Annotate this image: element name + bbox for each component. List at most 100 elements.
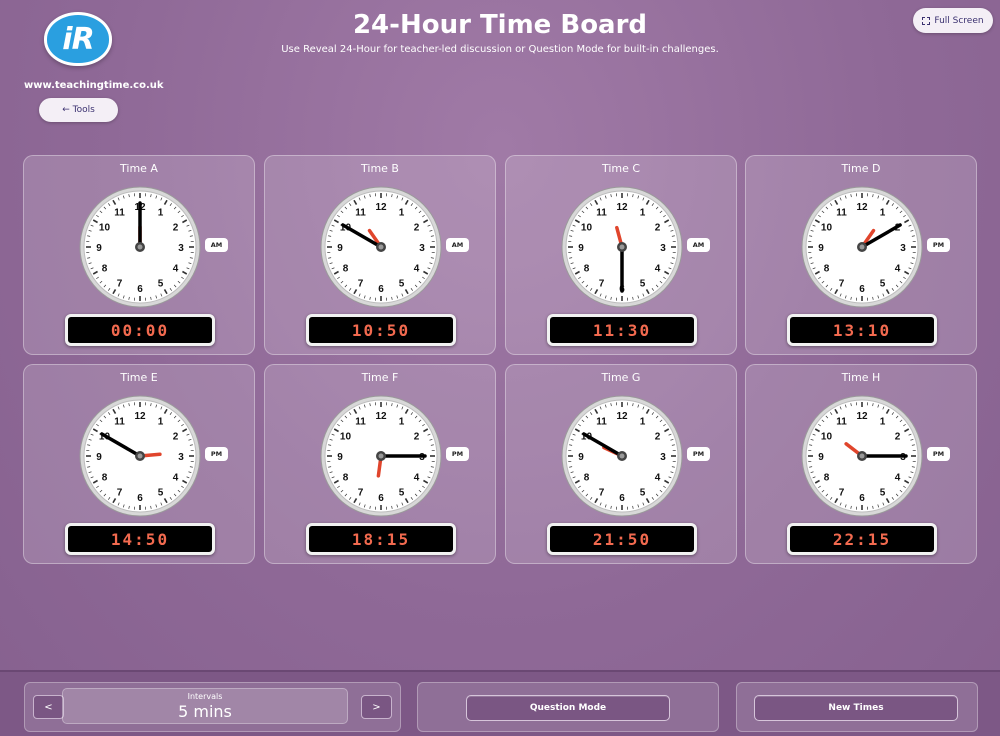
clock-numeral: 6 xyxy=(619,493,625,504)
clock-numeral: 3 xyxy=(660,452,666,463)
clock-center-cap xyxy=(378,453,384,459)
clock-numeral: 9 xyxy=(818,243,824,254)
clock-numeral: 1 xyxy=(640,207,646,218)
clock-card: Time G123456789101112PM21:50 xyxy=(505,364,737,564)
digital-time-display: 10:50 xyxy=(306,314,456,346)
clock-card: Time B123456789101112AM10:50 xyxy=(264,155,496,355)
clock-numeral: 4 xyxy=(414,473,420,484)
clock-numeral: 5 xyxy=(399,488,405,499)
clock-numeral: 12 xyxy=(856,411,868,422)
clock-numeral: 5 xyxy=(158,488,164,499)
tools-button[interactable]: ← Tools xyxy=(39,98,118,122)
period-badge: PM xyxy=(687,447,710,461)
clock-numeral: 1 xyxy=(640,416,646,427)
clock-numeral: 2 xyxy=(414,223,420,234)
analog-clock: 123456789101112 xyxy=(79,395,201,517)
clock-numeral: 3 xyxy=(178,452,184,463)
clock-numeral: 10 xyxy=(821,432,833,443)
clock-numeral: 11 xyxy=(596,207,607,218)
intervals-value: 5 mins xyxy=(178,702,232,721)
clock-label: Time H xyxy=(841,371,881,384)
new-times-button[interactable]: New Times xyxy=(754,695,958,721)
control-bar: < Intervals 5 mins > Question Mode New T… xyxy=(0,670,1000,736)
clock-numeral: 11 xyxy=(114,207,125,218)
page-title: 24-Hour Time Board xyxy=(352,10,648,40)
analog-clock: 123456789101112 xyxy=(801,395,923,517)
clock-card: Time E123456789101112PM14:50 xyxy=(23,364,255,564)
interval-next-button[interactable]: > xyxy=(361,695,392,719)
clock-numeral: 12 xyxy=(134,411,146,422)
period-badge: PM xyxy=(205,447,228,461)
clock-numeral: 2 xyxy=(655,223,661,234)
clock-numeral: 4 xyxy=(173,264,179,275)
clock-numeral: 8 xyxy=(824,473,830,484)
clock-numeral: 6 xyxy=(378,284,384,295)
fullscreen-button[interactable]: Full Screen xyxy=(913,8,993,33)
clock-card: Time C123456789101112AM11:30 xyxy=(505,155,737,355)
clock-numeral: 12 xyxy=(375,411,387,422)
clock-numeral: 5 xyxy=(640,279,646,290)
clock-card: Time H123456789101112PM22:15 xyxy=(745,364,977,564)
clock-center-cap xyxy=(619,244,625,250)
period-badge: PM xyxy=(446,447,469,461)
clock-numeral: 8 xyxy=(824,264,830,275)
clock-numeral: 1 xyxy=(399,207,405,218)
clock-numeral: 10 xyxy=(99,223,111,234)
clock-numeral: 7 xyxy=(839,279,845,290)
clock-numeral: 11 xyxy=(596,416,607,427)
clock-card: Time D123456789101112PM13:10 xyxy=(745,155,977,355)
clock-numeral: 2 xyxy=(173,432,179,443)
fullscreen-label: Full Screen xyxy=(934,15,984,26)
clock-numeral: 7 xyxy=(117,279,123,290)
analog-clock: 123456789101112 xyxy=(561,395,683,517)
clock-numeral: 9 xyxy=(578,452,584,463)
clock-numeral: 8 xyxy=(343,473,349,484)
clock-numeral: 1 xyxy=(158,207,164,218)
clock-numeral: 8 xyxy=(102,473,108,484)
clock-numeral: 10 xyxy=(340,432,352,443)
digital-time-display: 21:50 xyxy=(547,523,697,555)
clock-numeral: 7 xyxy=(599,279,605,290)
new-times-panel: New Times xyxy=(736,682,978,732)
question-mode-button[interactable]: Question Mode xyxy=(466,695,670,721)
clock-numeral: 11 xyxy=(836,207,847,218)
clock-numeral: 4 xyxy=(655,473,661,484)
clock-numeral: 7 xyxy=(839,488,845,499)
clock-numeral: 6 xyxy=(859,284,865,295)
analog-clock: 123456789101112 xyxy=(320,395,442,517)
clock-label: Time B xyxy=(361,162,399,175)
clock-numeral: 6 xyxy=(137,284,143,295)
clock-numeral: 2 xyxy=(173,223,179,234)
clock-numeral: 12 xyxy=(856,202,868,213)
interval-prev-button[interactable]: < xyxy=(33,695,64,719)
clock-numeral: 3 xyxy=(419,243,425,254)
question-mode-panel: Question Mode xyxy=(417,682,719,732)
interval-display: Intervals 5 mins xyxy=(62,688,348,724)
clock-numeral: 11 xyxy=(355,416,366,427)
clock-numeral: 12 xyxy=(616,411,628,422)
clock-numeral: 7 xyxy=(358,279,364,290)
clock-numeral: 6 xyxy=(137,493,143,504)
clock-numeral: 4 xyxy=(173,473,179,484)
digital-time-display: 14:50 xyxy=(65,523,215,555)
clock-numeral: 12 xyxy=(616,202,628,213)
clock-numeral: 8 xyxy=(102,264,108,275)
digital-time-display: 00:00 xyxy=(65,314,215,346)
clock-numeral: 1 xyxy=(158,416,164,427)
clock-numeral: 8 xyxy=(584,264,590,275)
analog-clock: 123456789101112 xyxy=(561,186,683,308)
clock-numeral: 9 xyxy=(337,243,343,254)
clock-numeral: 1 xyxy=(880,207,886,218)
clock-numeral: 10 xyxy=(821,223,833,234)
fullscreen-icon xyxy=(922,16,931,25)
clock-numeral: 7 xyxy=(358,488,364,499)
clock-numeral: 11 xyxy=(114,416,125,427)
clock-numeral: 9 xyxy=(818,452,824,463)
clock-numeral: 12 xyxy=(375,202,387,213)
period-badge: AM xyxy=(205,238,228,252)
page-subtitle: Use Reveal 24-Hour for teacher-led discu… xyxy=(281,44,719,55)
clock-numeral: 1 xyxy=(399,416,405,427)
site-url: www.teachingtime.co.uk xyxy=(24,80,164,91)
clock-center-cap xyxy=(137,453,143,459)
clock-numeral: 3 xyxy=(900,243,906,254)
